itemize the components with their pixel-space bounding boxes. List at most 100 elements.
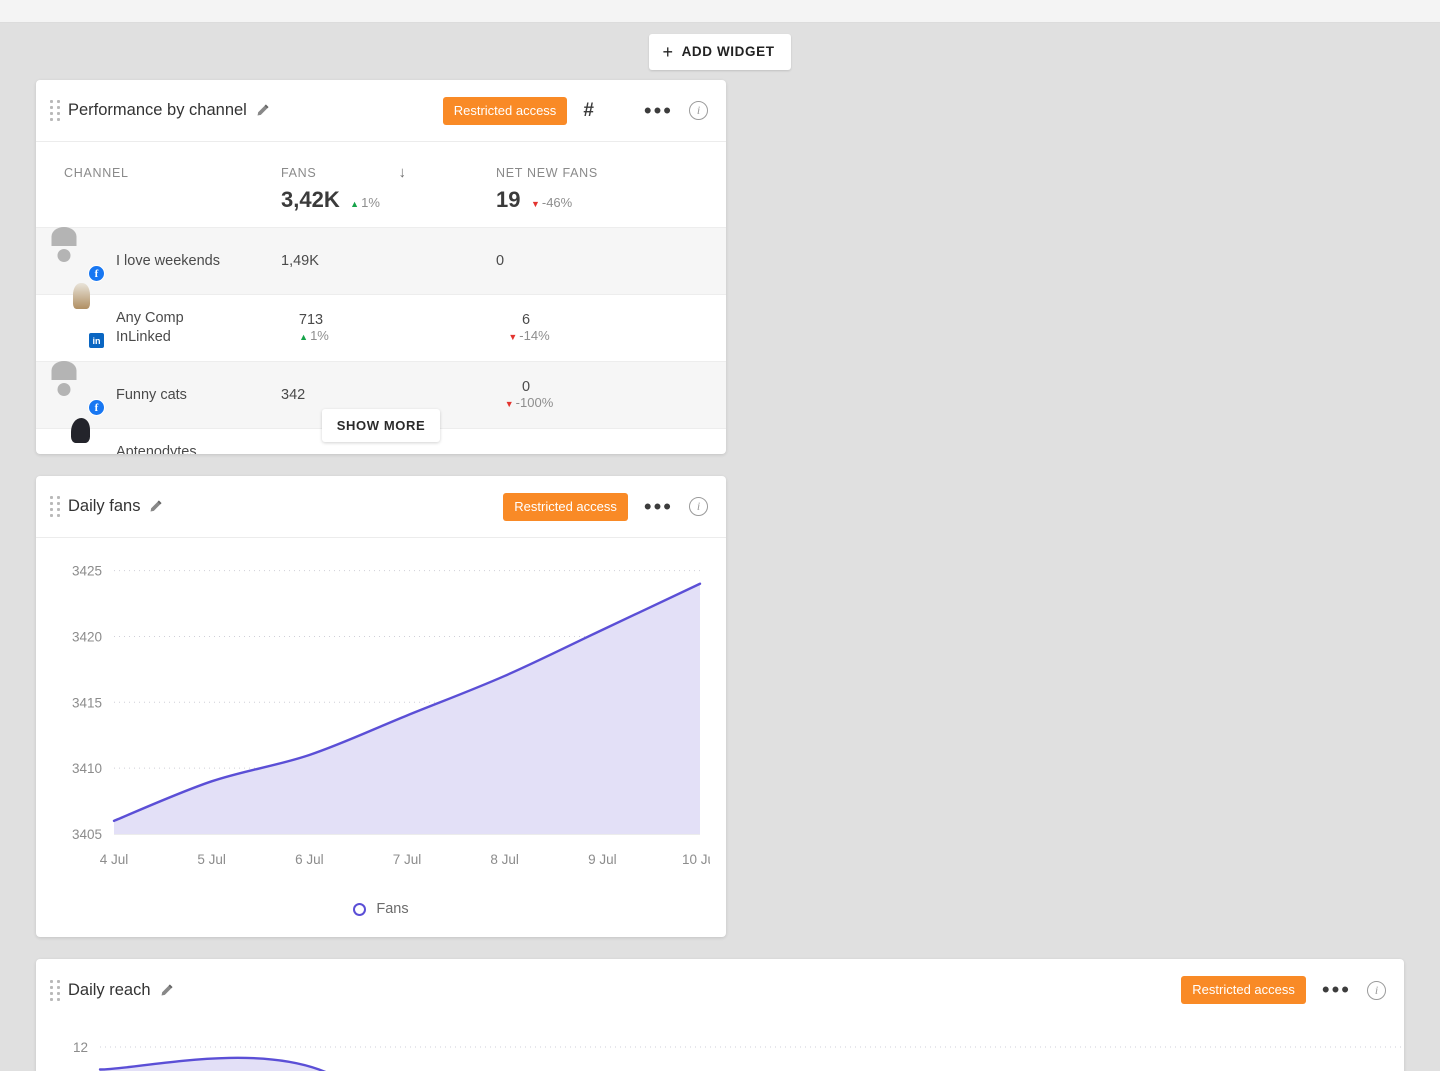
row-fans-cell: 713 ▲ 1% bbox=[281, 295, 496, 362]
svg-text:3415: 3415 bbox=[72, 695, 102, 710]
row-net-cell: 0 bbox=[496, 253, 505, 269]
widget-daily-reach: Daily reach Restricted access ••• i 0246… bbox=[36, 959, 1404, 1071]
channel-name: Aptenodytesforsteri bbox=[116, 444, 197, 454]
channel-name: Any Comp InLinked bbox=[116, 310, 184, 345]
row-channel-cell: f I love weekends bbox=[36, 228, 281, 294]
triangle-down-icon: ▼ bbox=[508, 332, 518, 342]
svg-text:4 Jul: 4 Jul bbox=[100, 852, 129, 867]
widget-title: Daily fans bbox=[68, 497, 141, 515]
avatar: f bbox=[64, 376, 105, 416]
plus-icon: + bbox=[662, 41, 674, 62]
net-total: 19 bbox=[496, 187, 521, 212]
channel-table: CHANNEL FANS ↓ 3,42K ▲ 1% NET NEW FANS 1… bbox=[36, 142, 726, 454]
widget-header: Daily reach Restricted access ••• i bbox=[36, 959, 1404, 1021]
drag-handle-icon[interactable] bbox=[48, 100, 62, 122]
info-icon[interactable]: i bbox=[1367, 980, 1386, 1000]
table-row[interactable]: f I love weekends 1,49K 0 bbox=[36, 227, 726, 295]
column-fans[interactable]: FANS ↓ 3,42K ▲ 1% bbox=[281, 142, 496, 228]
more-icon[interactable]: ••• bbox=[1322, 979, 1351, 1001]
svg-text:10 Jul: 10 Jul bbox=[682, 852, 710, 867]
pencil-icon[interactable] bbox=[159, 983, 174, 998]
column-net-new-fans[interactable]: NET NEW FANS 19 ▼ -46% bbox=[496, 142, 726, 228]
status-badge[interactable]: Restricted access bbox=[503, 492, 628, 521]
svg-text:12: 12 bbox=[73, 1040, 88, 1055]
row-net-value: 6 bbox=[521, 312, 531, 328]
status-badge[interactable]: Restricted access bbox=[1181, 976, 1306, 1004]
column-fans-label: FANS bbox=[281, 166, 317, 180]
add-widget-label: ADD WIDGET bbox=[681, 44, 775, 59]
column-net-label: NET NEW FANS bbox=[496, 166, 598, 180]
svg-text:9 Jul: 9 Jul bbox=[588, 852, 617, 867]
pencil-icon[interactable] bbox=[148, 499, 163, 514]
daily-fans-chart: 3405 3410 3415 3420 3425 4 Jul 5 Jul 6 Jul 7 Jul… bbox=[36, 538, 726, 887]
facebook-icon: f bbox=[88, 265, 105, 282]
widget-header: Daily fans Restricted access ••• i bbox=[36, 476, 726, 538]
triangle-up-icon: ▲ bbox=[299, 332, 309, 342]
svg-text:7 Jul: 7 Jul bbox=[393, 852, 422, 867]
widget-performance-by-channel: Performance by channel Restricted access… bbox=[36, 80, 726, 454]
daily-reach-chart: 0246810124 Jul5 Jul6 Jul7 Jul8 Jul9 Jul1… bbox=[36, 1021, 1404, 1071]
row-net-cell: 0 bbox=[496, 429, 726, 455]
svg-text:5 Jul: 5 Jul bbox=[197, 852, 226, 867]
add-widget-bar: + ADD WIDGET bbox=[0, 23, 1440, 80]
sort-desc-icon[interactable]: ↓ bbox=[399, 164, 407, 181]
svg-text:8 Jul: 8 Jul bbox=[490, 852, 519, 867]
row-channel-cell: f Funny cats bbox=[36, 362, 281, 428]
widget-header-actions: Restricted access ••• i bbox=[1181, 976, 1386, 1004]
widget-daily-fans: Daily fans Restricted access ••• i 3405 3… bbox=[36, 476, 726, 937]
widget-title: Daily reach bbox=[68, 980, 151, 999]
widget-grid: Performance by channel Restricted access… bbox=[0, 80, 1440, 1071]
avatar: in bbox=[64, 309, 105, 349]
row-fans-value: 713 bbox=[298, 312, 324, 328]
column-channel-label: CHANNEL bbox=[64, 166, 129, 180]
status-badge[interactable]: Restricted access bbox=[442, 96, 568, 125]
list-icon[interactable] bbox=[610, 103, 628, 118]
row-net-delta: ▼ -100% bbox=[504, 395, 554, 410]
triangle-down-icon: ▼ bbox=[530, 199, 540, 209]
pencil-icon[interactable] bbox=[255, 103, 270, 118]
column-channel[interactable]: CHANNEL bbox=[36, 142, 281, 228]
top-bar bbox=[0, 0, 1440, 23]
channel-name: I love weekends bbox=[116, 252, 220, 269]
legend-marker-icon bbox=[353, 902, 367, 916]
row-net-delta: ▼ -14% bbox=[508, 328, 550, 343]
facebook-icon: f bbox=[88, 399, 105, 416]
daily-fans-legend: Fans bbox=[36, 887, 726, 937]
channel-name: Funny cats bbox=[116, 386, 187, 403]
triangle-up-icon: ▲ bbox=[350, 199, 360, 209]
info-icon[interactable]: i bbox=[689, 101, 708, 120]
daily-fans-plot[interactable]: 3405 3410 3415 3420 3425 4 Jul 5 Jul 6 Jul 7 Jul… bbox=[52, 552, 718, 882]
drag-handle-icon[interactable] bbox=[48, 979, 62, 1001]
widget-header-actions: Restricted access ••• i bbox=[503, 492, 708, 521]
fans-total: 3,42K bbox=[281, 187, 340, 212]
row-net-cell: 6 ▼ -14% bbox=[496, 295, 726, 362]
svg-text:6 Jul: 6 Jul bbox=[295, 852, 324, 867]
svg-text:3420: 3420 bbox=[72, 629, 102, 644]
more-icon[interactable]: ••• bbox=[644, 495, 673, 517]
row-net-cell: 0 ▼ -100% bbox=[496, 362, 726, 429]
hash-icon[interactable]: # bbox=[583, 101, 594, 120]
channel-table-scroll[interactable]: CHANNEL FANS ↓ 3,42K ▲ 1% NET NEW FANS 1… bbox=[36, 142, 726, 454]
table-row[interactable]: in Any Comp InLinked 713 ▲ 1% 6 ▼ -14% bbox=[36, 294, 726, 362]
widget-header-actions: Restricted access # ••• i bbox=[442, 96, 708, 125]
net-total-delta: ▼ -46% bbox=[530, 195, 573, 210]
widget-title: Performance by channel bbox=[68, 101, 247, 119]
row-channel-cell: f Aptenodytesforsteri bbox=[36, 429, 281, 454]
linkedin-icon: in bbox=[88, 332, 105, 349]
widget-header: Performance by channel Restricted access… bbox=[36, 80, 726, 142]
more-icon[interactable]: ••• bbox=[644, 99, 673, 121]
svg-text:3405: 3405 bbox=[72, 827, 102, 842]
row-net-value: 0 bbox=[521, 379, 531, 395]
avatar: f bbox=[64, 242, 105, 282]
daily-reach-plot[interactable]: 0246810124 Jul5 Jul6 Jul7 Jul8 Jul9 Jul1… bbox=[52, 1035, 1404, 1071]
drag-handle-icon[interactable] bbox=[48, 496, 62, 518]
row-fans-delta: ▲ 1% bbox=[299, 328, 329, 343]
legend-item-fans[interactable]: Fans bbox=[353, 901, 409, 917]
svg-text:3425: 3425 bbox=[72, 564, 102, 579]
show-more-button[interactable]: SHOW MORE bbox=[321, 409, 441, 442]
fans-total-delta: ▲ 1% bbox=[350, 195, 380, 210]
add-widget-button[interactable]: + ADD WIDGET bbox=[649, 33, 791, 70]
info-icon[interactable]: i bbox=[689, 497, 708, 516]
legend-label: Fans bbox=[376, 901, 409, 917]
svg-text:3410: 3410 bbox=[72, 761, 102, 776]
